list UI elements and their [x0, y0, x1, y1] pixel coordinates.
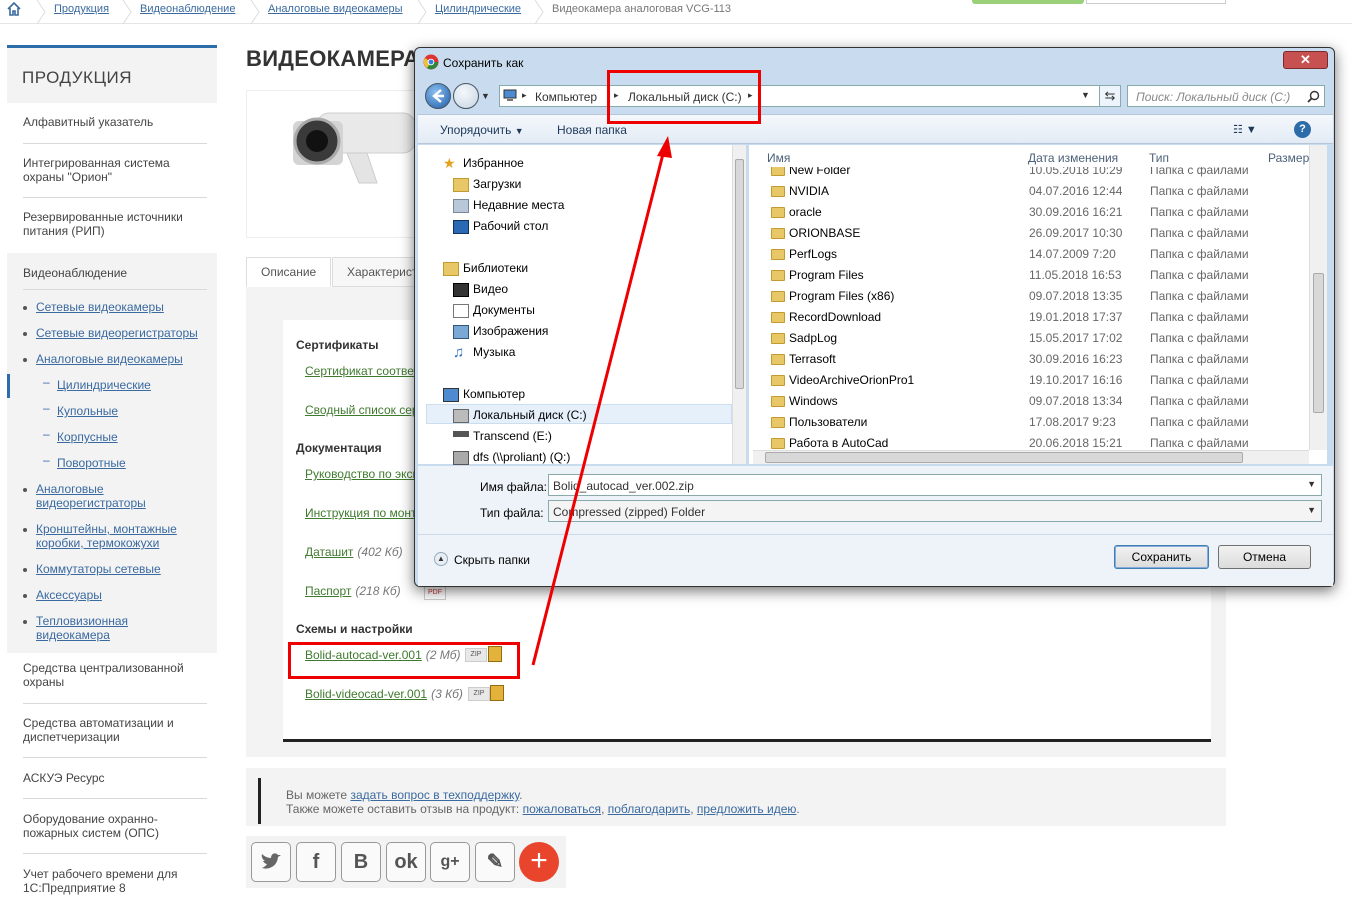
annotation-arrow — [531, 136, 672, 666]
